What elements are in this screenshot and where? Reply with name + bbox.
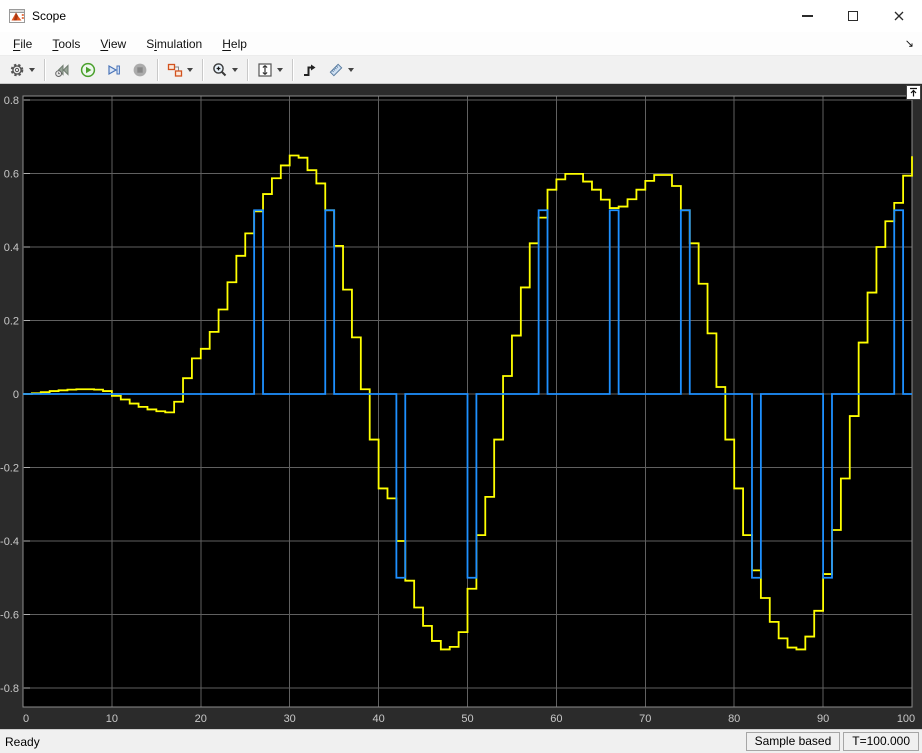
- run-icon: [80, 62, 96, 78]
- status-ready: Ready: [5, 735, 746, 749]
- toolbar-separator: [202, 59, 203, 81]
- window-title: Scope: [32, 9, 784, 23]
- zoom-icon: [212, 62, 228, 78]
- step-forward-button[interactable]: [102, 58, 126, 82]
- highlight-simulink-block-icon: [167, 62, 183, 78]
- svg-text:-0.6: -0.6: [0, 610, 19, 622]
- menu-item-file[interactable]: File: [3, 34, 42, 54]
- trigger-icon: [302, 62, 318, 78]
- chevron-down-icon: [29, 68, 35, 72]
- toolbar-separator: [247, 59, 248, 81]
- maximize-button[interactable]: [830, 0, 876, 32]
- menu-item-view[interactable]: View: [90, 34, 136, 54]
- toolbar: [0, 56, 922, 84]
- toolbar-separator: [292, 59, 293, 81]
- scroll-top-button[interactable]: [906, 85, 921, 100]
- settings-gear-button[interactable]: [5, 58, 39, 82]
- svg-text:-0.4: -0.4: [0, 536, 19, 548]
- svg-text:60: 60: [550, 713, 562, 725]
- title-bar: Scope: [0, 0, 922, 32]
- step-back-icon: [54, 62, 70, 78]
- highlight-simulink-block-button[interactable]: [163, 58, 197, 82]
- menu-overflow-icon[interactable]: ↘: [905, 37, 914, 50]
- svg-text:100: 100: [897, 713, 915, 725]
- svg-text:20: 20: [195, 713, 207, 725]
- fit-to-view-button[interactable]: [253, 58, 287, 82]
- close-icon: [893, 10, 905, 22]
- plot-panel: 0 10 20 30 40 50 60 70 80 90 100 0.8 0.6 0.4 0.2 0 -0.2 -…: [0, 84, 922, 729]
- svg-text:80: 80: [728, 713, 740, 725]
- svg-text:0: 0: [23, 713, 29, 725]
- arrow-up-to-bar-icon: [908, 87, 919, 98]
- scope-window: Scope FileToolsViewSimulationHelp ↘ 0 10 20…: [0, 0, 922, 753]
- minimize-icon: [802, 15, 813, 17]
- stop-icon: [132, 62, 148, 78]
- toolbar-separator: [44, 59, 45, 81]
- menu-item-help[interactable]: Help: [212, 34, 257, 54]
- svg-text:90: 90: [817, 713, 829, 725]
- matlab-scope-app-icon: [9, 8, 25, 24]
- minimize-button[interactable]: [784, 0, 830, 32]
- fit-to-view-icon: [257, 62, 273, 78]
- svg-text:40: 40: [372, 713, 384, 725]
- svg-text:-0.8: -0.8: [0, 683, 19, 695]
- toolbar-separator: [157, 59, 158, 81]
- svg-text:0.6: 0.6: [4, 169, 19, 181]
- cursor-measurements-icon: [328, 62, 344, 78]
- svg-text:0.8: 0.8: [4, 95, 19, 107]
- status-bar: Ready Sample based T=100.000: [0, 729, 922, 753]
- svg-text:0: 0: [13, 389, 19, 401]
- svg-text:10: 10: [106, 713, 118, 725]
- chevron-down-icon: [187, 68, 193, 72]
- step-back-button[interactable]: [50, 58, 74, 82]
- trigger-button[interactable]: [298, 58, 322, 82]
- zoom-button[interactable]: [208, 58, 242, 82]
- menu-item-simulation[interactable]: Simulation: [136, 34, 212, 54]
- settings-gear-icon: [9, 62, 25, 78]
- chevron-down-icon: [277, 68, 283, 72]
- status-time: T=100.000: [843, 732, 919, 751]
- svg-text:70: 70: [639, 713, 651, 725]
- chevron-down-icon: [348, 68, 354, 72]
- stop-button[interactable]: [128, 58, 152, 82]
- step-forward-icon: [106, 62, 122, 78]
- svg-text:0.2: 0.2: [4, 316, 19, 328]
- menu-bar: FileToolsViewSimulationHelp ↘: [0, 32, 922, 56]
- maximize-icon: [848, 11, 858, 21]
- cursor-measurements-button[interactable]: [324, 58, 358, 82]
- svg-text:0.4: 0.4: [4, 242, 19, 254]
- chevron-down-icon: [232, 68, 238, 72]
- close-button[interactable]: [876, 0, 922, 32]
- scope-plot[interactable]: 0 10 20 30 40 50 60 70 80 90 100 0.8 0.6 0.4 0.2 0 -0.2 -…: [0, 84, 922, 729]
- run-button[interactable]: [76, 58, 100, 82]
- svg-text:50: 50: [461, 713, 473, 725]
- window-controls: [784, 0, 922, 32]
- menu-item-tools[interactable]: Tools: [42, 34, 90, 54]
- status-sample-mode: Sample based: [746, 732, 841, 751]
- svg-text:-0.2: -0.2: [0, 463, 19, 475]
- svg-text:30: 30: [284, 713, 296, 725]
